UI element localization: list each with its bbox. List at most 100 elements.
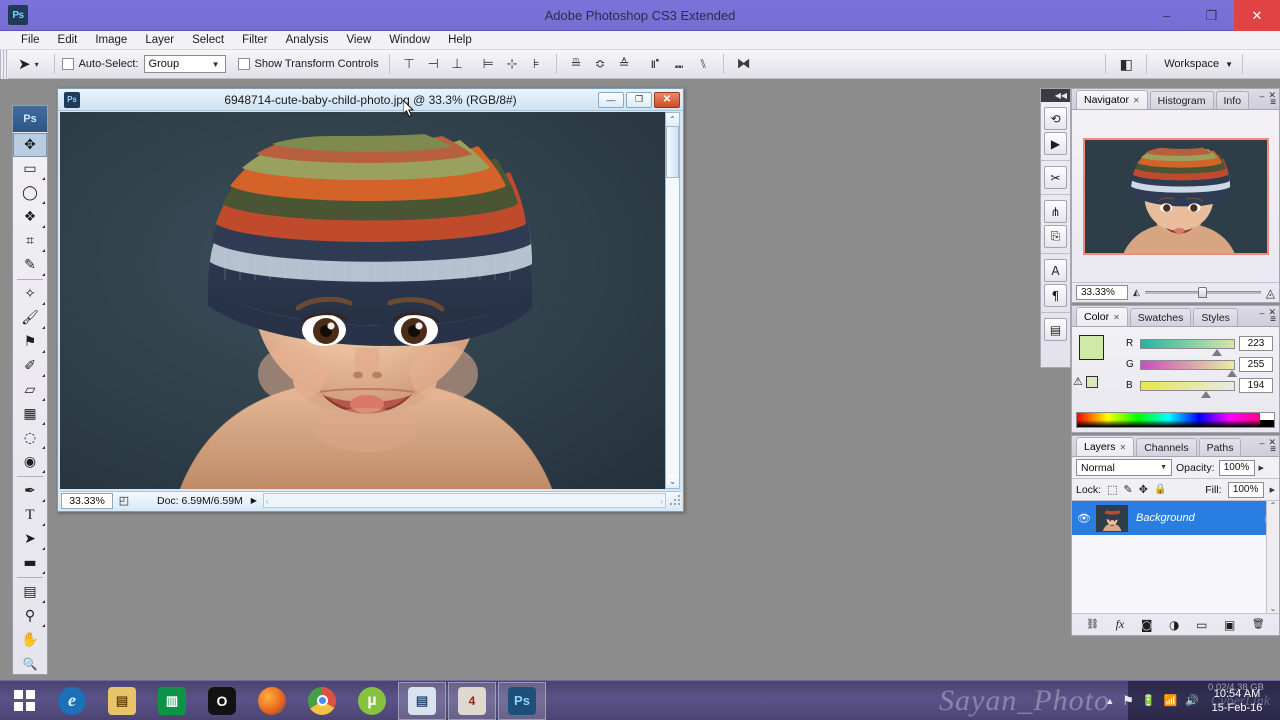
slice-tool[interactable]: ✎	[13, 253, 47, 277]
auto-select-scope-dropdown[interactable]: Group ▼	[144, 55, 226, 73]
blur-tool[interactable]: ◌	[13, 426, 47, 450]
close-icon[interactable]: ✕	[1133, 96, 1140, 105]
rectangular-marquee-tool[interactable]: ▭	[13, 157, 47, 181]
align-top-edges-button[interactable]: ⊤	[399, 54, 420, 74]
foreground-color-swatch[interactable]	[1079, 335, 1104, 360]
lock-all-icon[interactable]: 🔒	[1154, 484, 1166, 495]
document-maximize-button[interactable]: ❐	[626, 92, 652, 108]
close-icon[interactable]: ✕	[1120, 443, 1127, 452]
auto-align-layers-button[interactable]: ⧓	[731, 54, 757, 74]
blue-slider-track[interactable]	[1140, 381, 1235, 391]
color-panel-menu-icon[interactable]: ≡	[1270, 314, 1276, 325]
options-bar-grip[interactable]	[0, 50, 8, 79]
distribute-right-edges-button[interactable]: ⑊	[693, 54, 714, 74]
navigator-thumbnail[interactable]	[1083, 138, 1269, 255]
move-tool[interactable]: ✥	[13, 133, 47, 157]
black-swatch[interactable]	[1260, 420, 1274, 427]
taskbar-windows-media-player[interactable]: ▤	[398, 682, 446, 720]
blue-value-field[interactable]: 194	[1239, 378, 1273, 393]
rectangle-tool[interactable]: ▬	[13, 551, 47, 575]
actions-panel-icon[interactable]: ▶	[1044, 132, 1067, 155]
layer-mask-icon[interactable]: ◙	[1141, 618, 1153, 632]
taskbar-photoshop[interactable]: Ps	[498, 682, 546, 720]
lock-transparent-pixels-icon[interactable]: ⬚	[1107, 483, 1117, 496]
gradient-tool[interactable]: ▦	[13, 402, 47, 426]
checkbox-box[interactable]	[238, 58, 250, 70]
action-center-icon[interactable]: ⚑	[1122, 693, 1134, 709]
taskbar-windows-store[interactable]: ▥	[148, 682, 196, 720]
resize-grip[interactable]	[668, 495, 680, 507]
menu-window[interactable]: Window	[380, 31, 439, 50]
layer-visibility-icon[interactable]: 👁	[1076, 512, 1092, 525]
menu-file[interactable]: File	[12, 31, 49, 50]
zoom-level-field[interactable]: 33.33%	[61, 493, 113, 509]
quick-selection-tool[interactable]: ❖	[13, 205, 47, 229]
lasso-tool[interactable]: ◯	[13, 181, 47, 205]
adjustment-layer-icon[interactable]: ◑	[1169, 618, 1179, 632]
close-button[interactable]: ✕	[1234, 0, 1280, 31]
table-row[interactable]: 👁 Background	[1072, 501, 1279, 535]
menu-edit[interactable]: Edit	[49, 31, 87, 50]
opacity-field[interactable]: 100%	[1219, 460, 1255, 476]
gamut-substitute-swatch[interactable]	[1086, 376, 1098, 388]
eraser-tool[interactable]: ▱	[13, 378, 47, 402]
menu-image[interactable]: Image	[86, 31, 136, 50]
spectrum-gradient[interactable]	[1077, 413, 1260, 427]
green-slider-track[interactable]	[1140, 360, 1235, 370]
align-vertical-centers-button[interactable]: ⊣	[423, 54, 444, 74]
scroll-left-arrow-icon[interactable]: ‹	[266, 496, 269, 506]
panel-minimize-icon[interactable]: –	[1259, 438, 1264, 448]
start-button[interactable]	[0, 681, 48, 720]
clone-stamp-tool[interactable]: ⚑	[13, 330, 47, 354]
tool-presets-panel-icon[interactable]: ✂	[1044, 166, 1067, 189]
paragraph-panel-icon[interactable]: ¶	[1044, 284, 1067, 307]
status-menu-arrow-icon[interactable]: ▶	[247, 496, 261, 505]
clone-source-panel-icon[interactable]: ⎘	[1044, 225, 1067, 248]
layers-panel-menu-icon[interactable]: ≡	[1270, 444, 1276, 455]
layer-name[interactable]: Background	[1132, 512, 1259, 524]
brush-tool[interactable]: 🖌	[13, 306, 47, 330]
workspace-label[interactable]: Workspace	[1154, 58, 1225, 70]
taskbar-chrome[interactable]	[298, 682, 346, 720]
taskbar-opera[interactable]: O	[198, 682, 246, 720]
taskbar-firefox[interactable]	[248, 682, 296, 720]
align-horizontal-centers-button[interactable]: ⊹	[502, 54, 523, 74]
scroll-right-arrow-icon[interactable]: ›	[660, 496, 663, 506]
battery-icon[interactable]: 🔋	[1142, 694, 1156, 707]
tab-paths[interactable]: Paths	[1199, 438, 1242, 456]
tab-swatches[interactable]: Swatches	[1130, 308, 1192, 326]
close-icon[interactable]: ✕	[1113, 313, 1120, 322]
layer-styles-icon[interactable]: fx	[1116, 617, 1125, 632]
volume-icon[interactable]: 🔊	[1185, 694, 1199, 707]
distribute-bottom-edges-button[interactable]: ≙	[614, 54, 635, 74]
white-swatch[interactable]	[1260, 413, 1274, 420]
show-transform-controls-checkbox[interactable]: Show Transform Controls	[238, 58, 379, 70]
menu-filter[interactable]: Filter	[233, 31, 277, 50]
menu-view[interactable]: View	[337, 31, 380, 50]
dodge-tool[interactable]: ◉	[13, 450, 47, 474]
document-close-button[interactable]: ✕	[654, 92, 680, 108]
toolbox-header-icon[interactable]: Ps	[13, 106, 47, 132]
navigator-zoom-slider[interactable]	[1145, 287, 1261, 299]
taskbar-clock[interactable]: 10:54 AM 15-Feb-16	[1206, 687, 1272, 715]
tab-histogram[interactable]: Histogram	[1150, 91, 1214, 109]
fill-field[interactable]: 100%	[1228, 482, 1264, 498]
delete-layer-icon[interactable]: 🗑	[1252, 619, 1265, 630]
dock-collapse-button[interactable]: ◀◀	[1041, 89, 1070, 102]
taskbar-file-explorer[interactable]: ▤	[98, 682, 146, 720]
lock-image-pixels-icon[interactable]: ✎	[1124, 483, 1133, 496]
pen-tool[interactable]: ✒	[13, 479, 47, 503]
go-to-bridge-icon[interactable]: ◧	[1113, 53, 1139, 75]
hand-tool[interactable]: ✋	[13, 628, 47, 652]
navigator-preview-area[interactable]	[1072, 110, 1279, 282]
zoom-tool[interactable]: 🔍	[13, 652, 47, 676]
eyedropper-tool[interactable]: ⚲	[13, 604, 47, 628]
tab-info[interactable]: Info	[1216, 91, 1250, 109]
lock-position-icon[interactable]: ✥	[1139, 483, 1148, 496]
document-vertical-scrollbar[interactable]: ⌃ ⌄	[665, 112, 680, 489]
red-slider-track[interactable]	[1140, 339, 1235, 349]
layer-thumbnail[interactable]	[1096, 505, 1128, 532]
scroll-down-icon[interactable]: ⌄	[1270, 604, 1277, 613]
red-value-field[interactable]: 223	[1239, 336, 1273, 351]
horizontal-type-tool[interactable]: T	[13, 503, 47, 527]
